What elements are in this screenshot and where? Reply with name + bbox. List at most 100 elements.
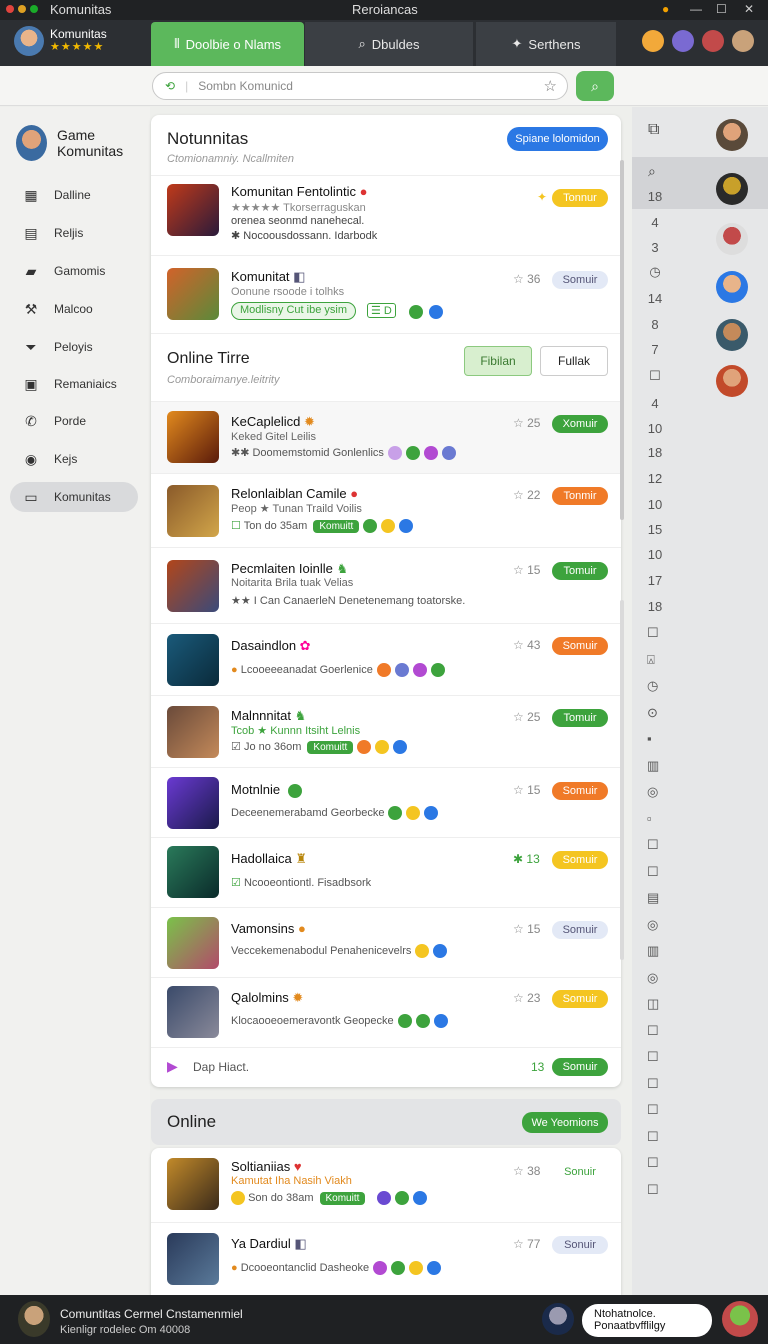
list-item[interactable]: Vamonsins ● Veccekemenabodul Penahenicev… bbox=[151, 907, 621, 977]
minimize-dot[interactable] bbox=[18, 5, 26, 13]
search-input[interactable]: ⟲ | Sombn Komunicd ☆ bbox=[152, 72, 568, 100]
friend-avatar[interactable] bbox=[702, 30, 724, 52]
join-pill[interactable]: Tomuir bbox=[552, 709, 608, 727]
list-icon[interactable]: ☐ bbox=[647, 837, 659, 853]
join-pill[interactable]: Somuir bbox=[552, 1058, 608, 1076]
join-pill[interactable]: Somuir bbox=[552, 782, 608, 800]
view-all-button[interactable]: We Yeomions bbox=[522, 1112, 608, 1133]
list-icon[interactable]: ☐ bbox=[647, 1129, 659, 1145]
emoji-icon[interactable] bbox=[642, 30, 664, 52]
sidebar-item-gamomis[interactable]: ▰ Gamomis bbox=[10, 256, 138, 286]
join-pill[interactable]: Tonnur bbox=[552, 189, 608, 207]
list-icon[interactable]: ◎ bbox=[647, 784, 658, 800]
friend-avatar[interactable] bbox=[716, 365, 748, 397]
star-icon[interactable]: ☆ bbox=[544, 77, 557, 95]
join-pill[interactable]: Somuir bbox=[552, 990, 608, 1008]
close-icon[interactable]: ✕ bbox=[744, 2, 754, 16]
filter-button[interactable]: Fibilan bbox=[464, 346, 532, 376]
count-label: 4 bbox=[651, 215, 659, 230]
tab-settings[interactable]: ✦ Serthens bbox=[476, 22, 616, 66]
list-item[interactable]: Qalolmins ✹ Klocaooeoemeravontk Geopecke… bbox=[151, 977, 621, 1047]
friend-avatar[interactable] bbox=[732, 30, 754, 52]
join-pill[interactable]: Xomuir bbox=[552, 415, 608, 433]
user-profile[interactable]: Komunitas ★★★★★ bbox=[14, 26, 107, 56]
join-pill[interactable]: Sonuir bbox=[552, 1236, 608, 1254]
friend-avatar[interactable] bbox=[716, 173, 748, 205]
friend-avatar[interactable] bbox=[716, 319, 748, 351]
scroll-thumb[interactable] bbox=[620, 160, 624, 520]
list-icon[interactable]: ⍓ bbox=[647, 652, 655, 668]
list-icon[interactable]: ⊙ bbox=[647, 705, 658, 721]
join-button[interactable]: Spiane lolomidon bbox=[507, 127, 608, 151]
sidebar-item-dalline[interactable]: ▦ Dalline bbox=[10, 180, 138, 210]
friend-avatar[interactable] bbox=[716, 271, 748, 303]
join-pill[interactable]: Tomuir bbox=[552, 562, 608, 580]
list-icon[interactable]: ☐ bbox=[647, 1102, 659, 1118]
list-item[interactable]: Komunitan Fentolintic ● ★★★★★ Tkorserrag… bbox=[151, 175, 621, 255]
sidebar-item-komunitas[interactable]: ▭ Komunitas bbox=[10, 482, 138, 512]
list-icon[interactable]: ☐ bbox=[647, 864, 659, 880]
join-pill[interactable]: Somuir bbox=[552, 637, 608, 655]
sidebar-item-reljis[interactable]: ▤ Reljis bbox=[10, 218, 138, 248]
sidebar-item-peloyis[interactable]: ⏷ Peloyis bbox=[10, 332, 138, 362]
friend-avatar[interactable] bbox=[716, 119, 748, 151]
join-pill[interactable]: Tonmir bbox=[552, 487, 608, 505]
join-pill[interactable]: Somuir bbox=[552, 921, 608, 939]
zoom-dot[interactable] bbox=[30, 5, 38, 13]
close-dot[interactable] bbox=[6, 5, 14, 13]
list-icon[interactable]: ◫ bbox=[647, 996, 659, 1012]
list-item[interactable]: Soltianiias ♥ Kamutat Iha Nasih Viakh So… bbox=[151, 1148, 621, 1222]
list-icon[interactable]: ▥ bbox=[647, 758, 659, 774]
list-item[interactable]: Relonlaiblan Camile ● Peop ★ Tunan Trail… bbox=[151, 473, 621, 547]
join-pill[interactable]: Somuir bbox=[552, 271, 608, 289]
list-item[interactable]: Malnnnitat ♞ Tcob ★ Kunnn Itsiht Lelnis … bbox=[151, 695, 621, 767]
search-button[interactable]: ⌕ bbox=[576, 71, 614, 101]
scrollbar[interactable] bbox=[620, 160, 626, 1110]
list-icon[interactable]: ☐ bbox=[647, 1023, 659, 1039]
tab-search[interactable]: ⌕ Dbuldes bbox=[305, 22, 473, 66]
list-item[interactable]: Komunitat ◧ Oonune rsoode i tolhks Modli… bbox=[151, 255, 621, 333]
friend-avatar[interactable] bbox=[716, 223, 748, 255]
list-item[interactable]: Dasaindlon ✿ ● Lcooeeeanadat Goerlenice … bbox=[151, 623, 621, 695]
tag-chip[interactable]: Modlisny Cut ibe ysim bbox=[231, 302, 356, 320]
list-icon[interactable]: ☐ bbox=[647, 625, 659, 641]
list-item[interactable]: Pecmlaiten Ioinlle ♞ Noitarita Brila tua… bbox=[151, 547, 621, 623]
list-icon[interactable]: ☐ bbox=[647, 1155, 659, 1171]
chat-bubble[interactable]: Ntohatnolce. Ponaatbvfflilgy bbox=[582, 1304, 712, 1337]
compose-icon[interactable]: ⧉ bbox=[648, 121, 659, 139]
list-icon[interactable]: ▪ bbox=[647, 731, 652, 746]
tab-home[interactable]: ⦀ Doolbie o Nlams bbox=[151, 22, 304, 66]
list-icon[interactable]: ◎ bbox=[647, 970, 658, 986]
list-item[interactable]: KeCaplelicd ✹ Keked Gitel Leilis ✱✱ Doom… bbox=[151, 401, 621, 473]
fire-icon: ✹ bbox=[304, 414, 315, 429]
item-desc: ☑ Jo no 36om Komuitt bbox=[231, 740, 408, 755]
search-icon[interactable]: ⌕ bbox=[648, 163, 656, 180]
join-pill[interactable]: Sonuir bbox=[552, 1163, 608, 1181]
list-item[interactable]: Ya Dardiul ◧ ● Dcooeontanclid Dasheoke ☆… bbox=[151, 1222, 621, 1296]
list-footer[interactable]: ▶ Dap Hiact. 13 Somuir bbox=[151, 1047, 621, 1087]
list-item[interactable]: Hadollaica ♜ ☑ Ncooeontiontl. Fisadbsork… bbox=[151, 837, 621, 907]
list-icon[interactable]: ☐ bbox=[647, 1076, 659, 1092]
list-item[interactable]: Motnlnie Deceenemerabamd Georbecke ☆ 15 … bbox=[151, 767, 621, 837]
list-icon[interactable]: ☐ bbox=[647, 1049, 659, 1065]
friend-avatar[interactable] bbox=[542, 1303, 574, 1335]
list-icon[interactable]: ▤ bbox=[647, 890, 659, 906]
friend-avatar[interactable] bbox=[672, 30, 694, 52]
list-icon[interactable]: ◷ bbox=[647, 678, 658, 694]
list-icon[interactable]: ◎ bbox=[647, 917, 658, 933]
window-controls[interactable] bbox=[6, 5, 38, 13]
list-icon[interactable]: ▫ bbox=[647, 811, 652, 826]
minimize-icon[interactable]: — bbox=[690, 2, 702, 16]
sidebar-item-porde[interactable]: ✆ Porde bbox=[10, 406, 138, 436]
sidebar-item-malcoo[interactable]: ⚒ Malcoo bbox=[10, 294, 138, 324]
list-icon[interactable]: ▥ bbox=[647, 943, 659, 959]
filter-button[interactable]: Fullak bbox=[540, 346, 608, 376]
sidebar-item-kejs[interactable]: ◉ Kejs bbox=[10, 444, 138, 474]
friend-avatar[interactable] bbox=[722, 1301, 758, 1337]
count-label: 12 bbox=[647, 471, 663, 486]
join-pill[interactable]: Somuir bbox=[552, 851, 608, 869]
maximize-icon[interactable]: ☐ bbox=[716, 2, 727, 16]
list-icon[interactable]: ☐ bbox=[647, 1182, 659, 1198]
notification-icon[interactable]: ● bbox=[662, 2, 669, 16]
sidebar-item-remaniaics[interactable]: ▣ Remaniaics bbox=[10, 369, 138, 399]
